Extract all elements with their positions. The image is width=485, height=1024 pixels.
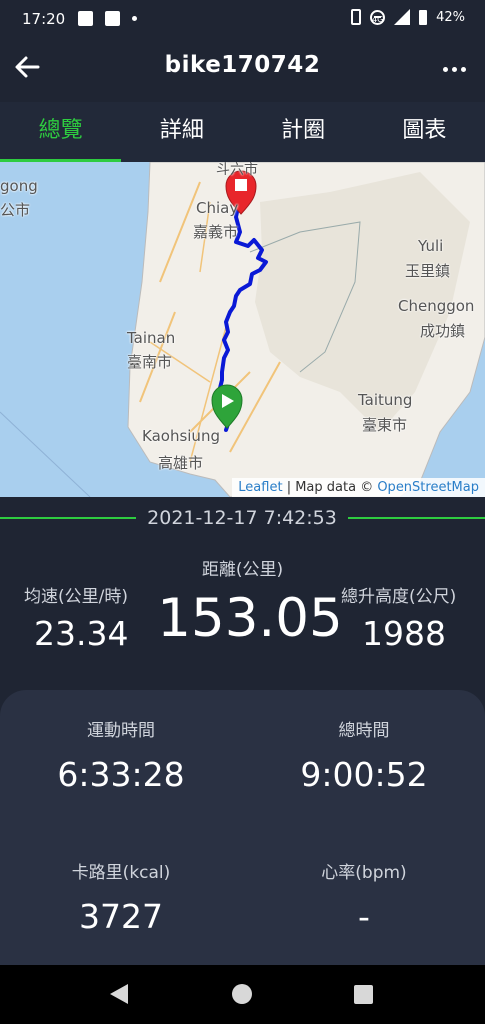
avg-speed-value: 23.34 <box>34 614 129 653</box>
map-label: 高雄市 <box>158 454 204 472</box>
battery-icon <box>419 9 428 25</box>
status-bar: 17:20 4G 42% <box>0 0 485 40</box>
tab-laps[interactable]: 計圈 <box>243 102 364 162</box>
moving-time-stat: 運動時間 6:33:28 <box>0 716 242 794</box>
map-attribution: Leaflet | Map data © OpenStreetMap <box>232 478 485 497</box>
heart-rate-value: - <box>358 897 370 936</box>
more-dot-icon <box>442 66 448 72</box>
nav-home-icon[interactable] <box>232 984 252 1004</box>
tab-charts[interactable]: 圖表 <box>364 102 485 162</box>
battery-percent: 42% <box>436 9 465 25</box>
avg-speed-label: 均速(公里/時) <box>24 587 128 607</box>
total-time-label: 總時間 <box>338 721 390 741</box>
elevation-gain-value: 1988 <box>362 614 446 653</box>
vibrate-icon <box>351 9 362 25</box>
map-label: Tainan <box>127 329 176 347</box>
nav-recents-icon[interactable] <box>354 985 373 1004</box>
calories-label: 卡路里(kcal) <box>71 863 171 883</box>
system-icons: 4G 42% <box>351 9 465 25</box>
activity-datetime: 2021-12-17 7:42:53 <box>147 507 337 529</box>
map-label: 公市 <box>0 201 31 219</box>
distance-label: 距離(公里) <box>201 560 284 580</box>
map-label: 成功鎮 <box>420 322 466 340</box>
map-label: Yuli <box>418 237 444 255</box>
map-label: Chiay <box>196 199 239 217</box>
tab-details[interactable]: 詳細 <box>121 102 242 162</box>
nav-back-icon[interactable] <box>110 984 128 1004</box>
more-dot-icon <box>451 66 457 72</box>
map-label: 臺東市 <box>362 416 408 434</box>
leaflet-link[interactable]: Leaflet <box>238 480 282 495</box>
elevation-gain-label: 總升高度(公尺) <box>341 587 457 607</box>
image-icon <box>78 11 93 26</box>
tab-overview[interactable]: 總覽 <box>0 102 122 162</box>
map-label: Chenggon <box>398 297 475 315</box>
route-map[interactable]: gong 公市 斗六市 Chiay 嘉義市 Yuli 玉里鎮 Chenggon … <box>0 162 485 497</box>
moving-time-label: 運動時間 <box>87 721 155 741</box>
more-options-button[interactable] <box>437 54 471 84</box>
calories-stat: 卡路里(kcal) 3727 <box>0 858 242 936</box>
map-label: Taitung <box>358 391 413 409</box>
date-divider: 2021-12-17 7:42:53 <box>0 505 485 533</box>
signal-icon: 4G <box>372 9 411 25</box>
osm-link[interactable]: OpenStreetMap <box>377 480 479 495</box>
map-canvas <box>0 162 485 497</box>
map-label: 嘉義市 <box>193 223 239 241</box>
map-label: Kaohsiung <box>142 427 220 445</box>
status-time: 17:20 <box>22 10 66 28</box>
message-icon <box>105 11 120 26</box>
divider-line <box>0 517 136 519</box>
map-label: 斗六市 <box>216 162 258 178</box>
map-label: 玉里鎮 <box>405 262 451 280</box>
map-label: 臺南市 <box>127 353 173 371</box>
tab-bar: 總覽 詳細 計圈 圖表 <box>0 102 485 162</box>
heart-rate-label: 心率(bpm) <box>321 863 407 883</box>
total-time-value: 9:00:52 <box>300 755 428 794</box>
map-label: gong <box>0 177 38 195</box>
divider-line <box>348 517 485 519</box>
system-nav-bar <box>0 965 485 1024</box>
attribution-separator: | Map data © <box>282 480 378 495</box>
stats-card: 運動時間 6:33:28 總時間 9:00:52 卡路里(kcal) 3727 … <box>0 690 485 970</box>
dot-icon <box>132 16 137 21</box>
page-title: bike170742 <box>164 52 321 78</box>
total-time-stat: 總時間 9:00:52 <box>243 716 485 794</box>
app-bar: bike170742 <box>0 40 485 102</box>
moving-time-value: 6:33:28 <box>57 755 185 794</box>
heart-rate-stat: 心率(bpm) - <box>243 858 485 936</box>
calories-value: 3727 <box>79 897 163 936</box>
notification-icons <box>78 11 137 26</box>
network-type: 4G <box>372 15 384 24</box>
map-coast-line <box>0 411 91 497</box>
more-dot-icon <box>460 66 466 72</box>
